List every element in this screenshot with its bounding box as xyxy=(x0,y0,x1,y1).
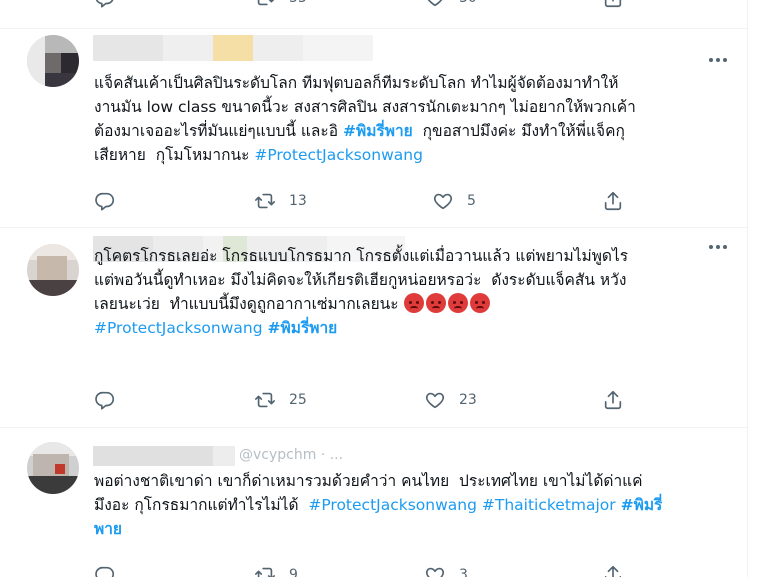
tweet[interactable]: แจ็คสันเค้าเป็นศิลปินระดับโลก ทีมฟุตบอลก… xyxy=(0,29,748,228)
username-blurred[interactable]: @vcypchm · ... xyxy=(93,446,373,466)
heart-icon xyxy=(424,389,446,411)
angry-face-emoji xyxy=(403,293,424,313)
tweet-text-line: พอต่างชาติเขาด่า เขาก็ด่าเหมารวมด้วยคำว่… xyxy=(94,472,643,490)
angry-face-emoji xyxy=(425,293,446,313)
tweet[interactable]: กูโคตรโกรธเลยอ่ะ โกรธแบบโกรธมาก โกรธตั้ง… xyxy=(0,228,748,428)
retweet-button[interactable]: 53 xyxy=(254,0,307,10)
hashtag-link[interactable]: #พิมรี่พาย xyxy=(343,122,413,140)
hashtag-link[interactable]: #ProtectJacksonwang xyxy=(254,146,423,164)
reply-icon xyxy=(94,0,116,9)
tweet-text: กูโคตรโกรธเลยอ่ะ โกรธแบบโกรธมาก โกรธตั้ง… xyxy=(94,244,734,340)
share-button[interactable] xyxy=(602,189,624,213)
hashtag-link[interactable]: #พิมรี่พาย xyxy=(268,319,338,337)
tweet-text-line: ต้องมาเจออะไรที่มันแย่ๆแบบนี้ และอิ #พิม… xyxy=(94,122,625,140)
retweet-button[interactable]: 9 xyxy=(254,563,298,577)
retweet-count: 9 xyxy=(289,567,298,577)
angry-face-emoji xyxy=(469,293,490,313)
scrollbar[interactable] xyxy=(748,0,758,577)
hashtag-link[interactable]: #Thaiticketmajor xyxy=(482,496,616,514)
more-options-icon xyxy=(709,58,713,62)
tweet-text: แจ็คสันเค้าเป็นศิลปินระดับโลก ทีมฟุตบอลก… xyxy=(94,71,734,167)
hashtag-link[interactable]: #ProtectJacksonwang xyxy=(308,496,477,514)
tweet-text-line: เลยนะเว่ย ทำแบบนี้มึงดูถูกอากาเซ่มากเลยน… xyxy=(94,292,734,316)
heart-icon xyxy=(432,190,454,212)
reply-button[interactable] xyxy=(94,189,129,213)
share-icon xyxy=(602,564,624,577)
reply-button[interactable] xyxy=(94,0,129,10)
retweet-count: 53 xyxy=(289,0,307,6)
like-button[interactable]: 3 xyxy=(424,563,468,577)
tweet-text-line: แต่พอวันนี้ดูทำเหอะ มึงไม่คิดจะให้เกียรต… xyxy=(94,271,627,289)
retweet-icon xyxy=(254,389,276,411)
tweet-text-line: มึงอะ กุโกรธมากแต่ทำไรไม่ได้ #ProtectJac… xyxy=(94,496,663,514)
share-button[interactable] xyxy=(602,0,624,10)
share-button[interactable] xyxy=(602,563,624,577)
tweet-text-line: งานมัน low class ขนาดนี้วะ สงสารศิลปิน ส… xyxy=(94,98,636,116)
like-count: 5 xyxy=(467,193,476,209)
tweet[interactable]: @vcypchm · ... พอต่างชาติเขาด่า เขาก็ด่า… xyxy=(0,428,748,577)
avatar-blurred[interactable] xyxy=(27,35,79,87)
share-button[interactable] xyxy=(602,388,624,412)
share-icon xyxy=(602,389,624,411)
tweet-actions: 9 3 xyxy=(94,563,654,577)
like-button[interactable]: 5 xyxy=(432,189,476,213)
retweet-count: 13 xyxy=(289,193,307,209)
hashtag-link[interactable]: #พิมรี่ xyxy=(621,496,663,514)
retweet-icon xyxy=(254,564,276,577)
heart-icon xyxy=(424,564,446,577)
reply-icon xyxy=(94,190,116,212)
tweet-actions: 25 23 xyxy=(94,388,654,412)
retweet-button[interactable]: 13 xyxy=(254,189,307,213)
username-blurred[interactable] xyxy=(93,35,373,61)
share-icon xyxy=(602,190,624,212)
hashtag-link-continued[interactable]: พาย xyxy=(94,520,122,538)
tweet-text-line: เสียหาย กุโมโหมากนะ #ProtectJacksonwang xyxy=(94,146,423,164)
timeline-feed: 53 30 แจ็คสัน xyxy=(0,0,748,577)
like-button[interactable]: 30 xyxy=(424,0,477,10)
avatar-blurred[interactable] xyxy=(27,244,79,296)
tweet-actions: 13 5 xyxy=(94,189,654,213)
share-icon xyxy=(602,0,624,9)
like-count: 23 xyxy=(459,392,477,408)
tweet-text-line: #ProtectJacksonwang #พิมรี่พาย xyxy=(94,316,734,340)
angry-face-emoji xyxy=(447,293,468,313)
more-options-button[interactable] xyxy=(706,51,730,69)
retweet-button[interactable]: 25 xyxy=(254,388,307,412)
reply-button[interactable] xyxy=(94,388,129,412)
handle-partial: @vcypchm · ... xyxy=(239,447,344,463)
tweet-text-line: แจ็คสันเค้าเป็นศิลปินระดับโลก ทีมฟุตบอลก… xyxy=(94,74,619,92)
tweet-actions: 53 30 xyxy=(94,0,654,10)
tweet-text: พอต่างชาติเขาด่า เขาก็ด่าเหมารวมด้วยคำว่… xyxy=(94,469,734,541)
retweet-count: 25 xyxy=(289,392,307,408)
like-count: 3 xyxy=(459,567,468,577)
reply-button[interactable] xyxy=(94,563,129,577)
avatar-blurred[interactable] xyxy=(27,442,79,494)
reply-icon xyxy=(94,564,116,577)
retweet-icon xyxy=(254,190,276,212)
tweet-text-line: กูโคตรโกรธเลยอ่ะ โกรธแบบโกรธมาก โกรธตั้ง… xyxy=(94,247,629,265)
tweet-text-line: พาย xyxy=(94,517,734,541)
retweet-icon xyxy=(254,0,276,9)
reply-icon xyxy=(94,389,116,411)
heart-icon xyxy=(424,0,446,9)
like-button[interactable]: 23 xyxy=(424,388,477,412)
hashtag-link[interactable]: #ProtectJacksonwang xyxy=(94,319,263,337)
tweet-partial-top[interactable]: 53 30 xyxy=(0,0,748,29)
like-count: 30 xyxy=(459,0,477,6)
